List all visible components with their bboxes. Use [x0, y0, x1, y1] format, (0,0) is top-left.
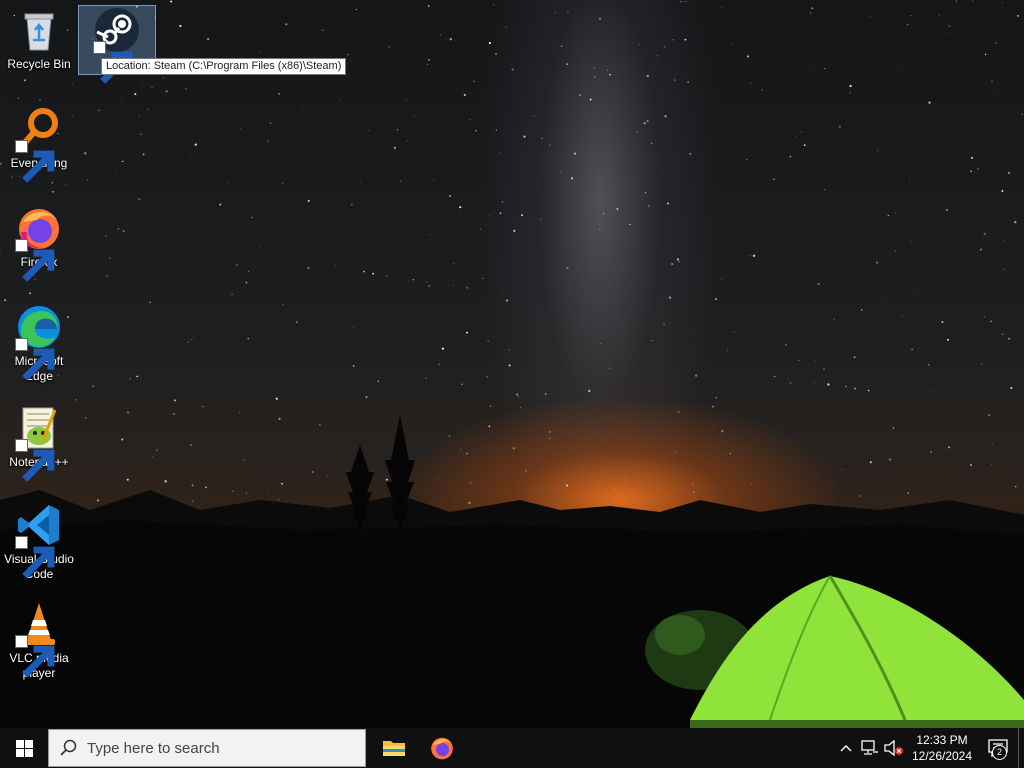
firefox-icon [431, 737, 453, 760]
taskbar-clock[interactable]: 12:33 PM 12/26/2024 [906, 732, 978, 764]
taskbar-search-box[interactable]: Type here to search [48, 729, 366, 767]
taskbar-file-explorer[interactable] [370, 728, 418, 768]
desktop-icon-recycle-bin[interactable]: Recycle Bin [1, 6, 77, 72]
shortcut-arrow-icon [15, 140, 55, 183]
vscode-icon [15, 501, 63, 579]
steam-icon [93, 6, 141, 84]
desktop-icon-label: Recycle Bin [7, 57, 71, 71]
network-button[interactable] [858, 728, 882, 768]
file-explorer-icon [383, 741, 405, 756]
show-desktop-button[interactable] [1018, 728, 1024, 768]
firefox-icon [15, 204, 63, 282]
shortcut-arrow-icon [15, 439, 55, 482]
clock-time: 12:33 PM [916, 733, 968, 747]
vlc-icon [15, 600, 63, 678]
search-placeholder: Type here to search [87, 739, 220, 757]
desktop-icon-firefox[interactable]: Firefox [1, 204, 77, 282]
start-button[interactable] [0, 728, 48, 768]
shortcut-arrow-icon [15, 239, 55, 282]
show-hidden-icons-button[interactable] [834, 728, 858, 768]
shortcut-arrow-icon [93, 41, 133, 84]
wallpaper [0, 0, 1024, 728]
night-landscape [0, 415, 1024, 728]
network-icon [861, 740, 878, 755]
edge-icon [15, 303, 63, 381]
system-tray: 12:33 PM 12/26/2024 2 [834, 728, 1024, 768]
search-icon [59, 739, 77, 757]
desktop-icon-microsoft-edge[interactable]: Microsoft Edge [1, 303, 77, 384]
volume-muted-icon [884, 740, 903, 756]
volume-button[interactable] [882, 728, 906, 768]
notification-count-badge: 2 [992, 745, 1007, 760]
steam-location-tooltip: Location: Steam (C:\Program Files (x86)\… [101, 58, 347, 75]
clock-date: 12/26/2024 [911, 749, 973, 763]
shortcut-arrow-icon [15, 635, 55, 678]
shortcut-arrow-icon [15, 536, 55, 579]
shortcut-arrow-icon [15, 338, 55, 381]
desktop-icon-notepadpp[interactable]: Notepad++ [1, 404, 77, 482]
recycle-bin-icon [15, 6, 63, 54]
everything-icon [15, 105, 63, 183]
taskbar-firefox[interactable] [418, 728, 466, 768]
action-center-button[interactable]: 2 [978, 728, 1018, 768]
notepadpp-icon [15, 404, 63, 482]
windows-logo-icon [15, 739, 33, 757]
desktop-icon-vscode[interactable]: Visual Studio Code [1, 501, 77, 582]
desktop-icon-vlc[interactable]: VLC media player [1, 600, 77, 681]
taskbar: Type here to search 12:33 PM 12/26/2024 … [0, 728, 1024, 768]
chevron-up-icon [840, 745, 852, 752]
desktop-icon-everything[interactable]: Everything [1, 105, 77, 183]
desktop[interactable]: Recycle Bin Everything Firefox Microsoft… [0, 0, 1024, 768]
